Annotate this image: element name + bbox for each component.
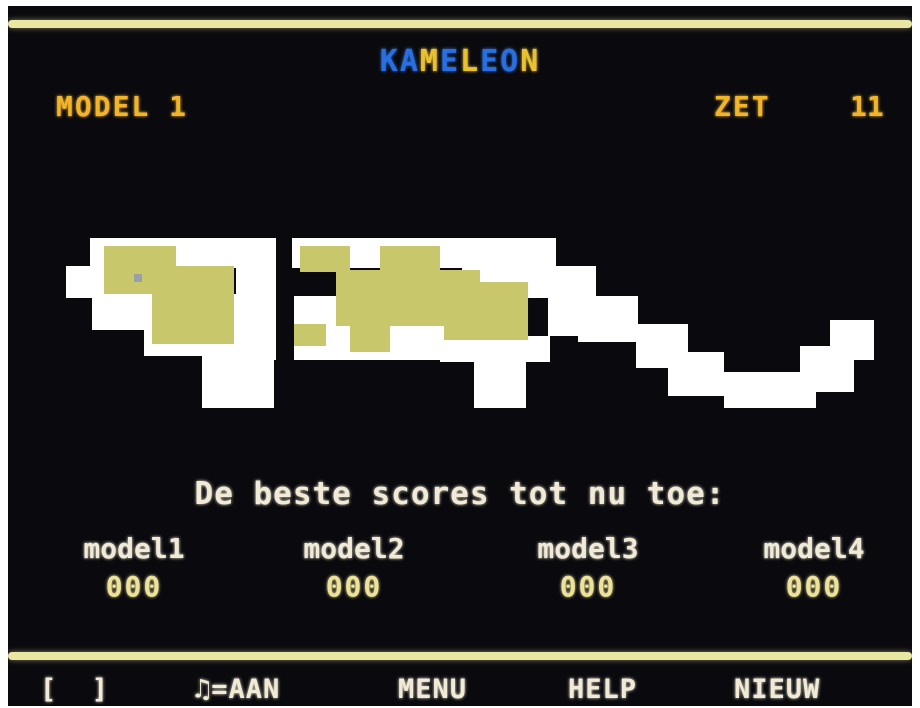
bottom-divider <box>8 652 912 660</box>
board-cell-olive[interactable] <box>444 282 528 340</box>
chameleon-board[interactable] <box>8 6 912 436</box>
score-model-1-value: 000 <box>105 570 163 603</box>
board-cell-olive[interactable] <box>104 246 176 268</box>
board-cell-olive[interactable] <box>152 292 234 344</box>
board-cell-white[interactable] <box>202 350 274 408</box>
board-cell-white[interactable] <box>668 352 724 396</box>
score-model-4-name: model4 <box>763 532 865 565</box>
best-scores-heading: De beste scores tot nu toe: <box>194 476 726 512</box>
score-model-1-name: model1 <box>83 532 185 565</box>
board-cell-olive[interactable] <box>300 246 350 272</box>
menu-button[interactable]: MENU <box>398 674 467 705</box>
board-cell-olive[interactable] <box>350 324 390 352</box>
score-model-3-value: 000 <box>559 570 617 603</box>
help-button[interactable]: HELP <box>568 674 637 705</box>
new-game-button[interactable]: NIEUW <box>734 674 820 705</box>
board-cell-olive[interactable] <box>104 266 234 294</box>
score-model-2-value: 000 <box>325 570 383 603</box>
board-cell-olive[interactable] <box>294 324 326 346</box>
board-cell-white[interactable] <box>578 296 638 342</box>
board-cell-white[interactable] <box>830 320 874 360</box>
music-toggle-button[interactable]: ♫=AAN <box>194 674 280 705</box>
board-cursor <box>134 274 142 282</box>
score-model-3-name: model3 <box>537 532 639 565</box>
score-model-2-name: model2 <box>303 532 405 565</box>
board-cell-white[interactable] <box>236 238 276 360</box>
game-screen: KAMELEON MODEL 1 ZET 11 De beste scores … <box>8 6 912 706</box>
score-model-4-value: 000 <box>785 570 843 603</box>
bracket-key[interactable]: [ ] <box>40 674 109 705</box>
